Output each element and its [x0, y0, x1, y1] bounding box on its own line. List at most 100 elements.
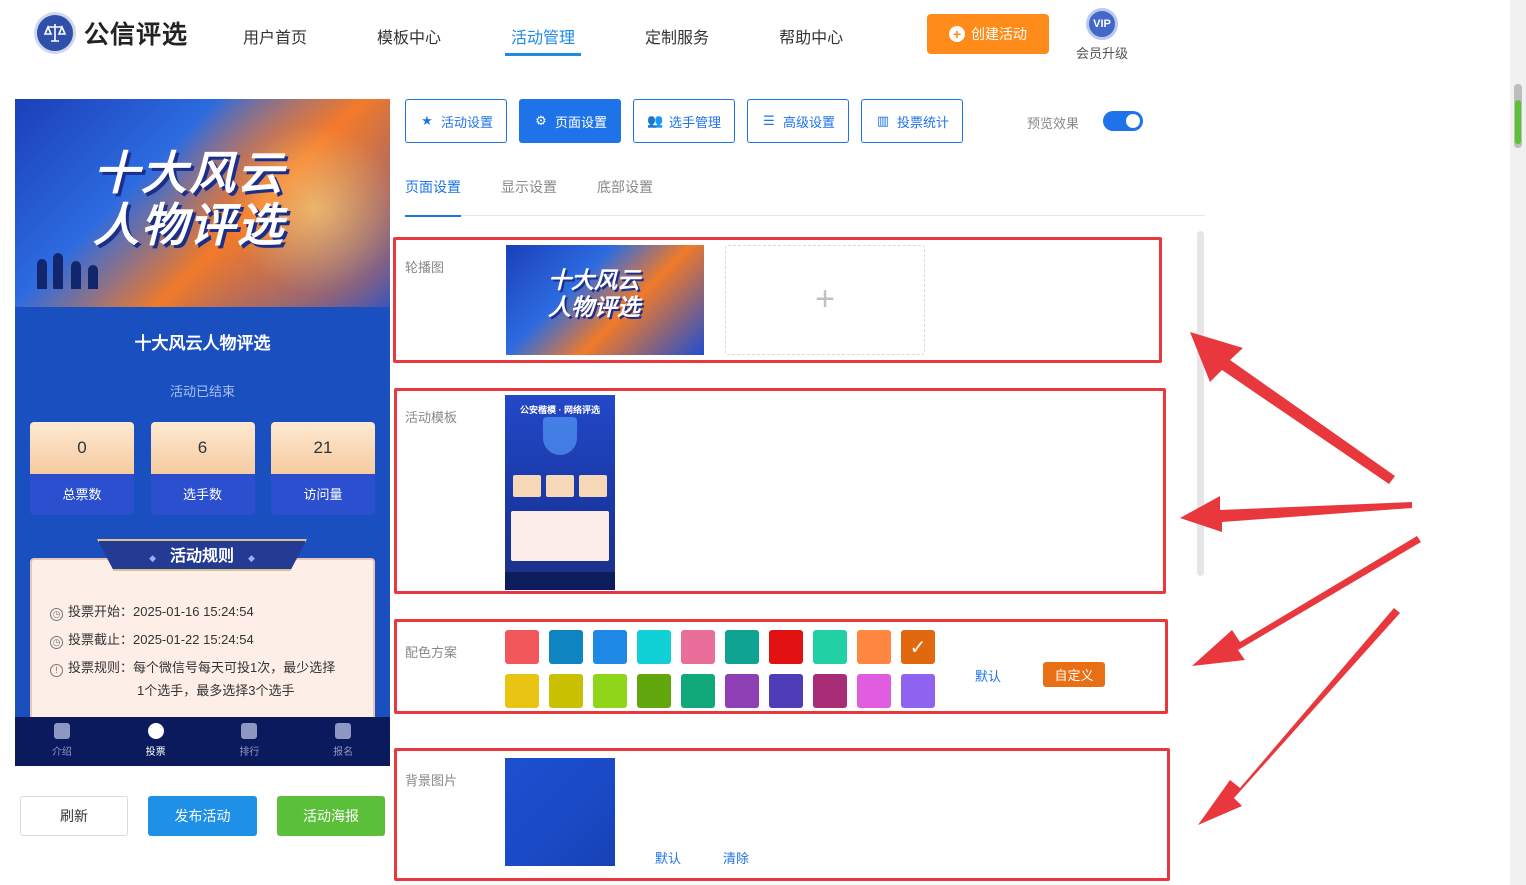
nav-item-activity-management[interactable]: 活动管理	[505, 24, 582, 56]
button-label: 页面设置	[554, 114, 607, 130]
color-swatch[interactable]	[769, 674, 803, 708]
color-swatch[interactable]	[769, 630, 803, 664]
info-icon: !	[50, 664, 63, 677]
background-default-link[interactable]: 默认	[655, 848, 681, 867]
settings-scrollbar[interactable]	[1197, 231, 1204, 576]
banner-title-line1: 十大风云	[93, 147, 285, 199]
rule-policy: ! 投票规则：每个微信号每天可投1次，最少选择	[50, 657, 335, 679]
color-swatch[interactable]	[593, 630, 627, 664]
scroll-indicator	[1515, 100, 1521, 144]
star-icon: ★	[421, 113, 433, 128]
color-swatch[interactable]	[813, 630, 847, 664]
rules-heading: ◆ 活动规则 ◆	[97, 539, 307, 571]
subtab-display-settings[interactable]: 显示设置	[501, 177, 557, 216]
settings-toolbar: ★ 活动设置 ⚙ 页面设置 👥 选手管理 ☰ 高级设置 ▥ 投票统计	[405, 99, 975, 143]
button-label: 选手管理	[668, 114, 721, 130]
color-swatch[interactable]	[505, 674, 539, 708]
stat-label: 访问量	[271, 474, 375, 515]
stat-value: 21	[271, 422, 375, 474]
button-label: 高级设置	[782, 114, 835, 130]
color-custom-button[interactable]: 自定义	[1043, 662, 1105, 687]
preview-banner: 十大风云 人物评选	[15, 99, 390, 307]
bar-chart-icon: ▥	[876, 113, 890, 128]
refresh-button[interactable]: 刷新	[20, 796, 128, 836]
carousel-image[interactable]: 十大风云 人物评选	[506, 245, 704, 355]
color-swatch[interactable]	[549, 674, 583, 708]
shield-icon	[543, 417, 577, 455]
stat-value: 0	[30, 422, 134, 474]
brand-logo[interactable]: 公信评选	[34, 12, 188, 54]
page: 公信评选 用户首页 模板中心 活动管理 定制服务 帮助中心 + 创建活动 VIP…	[0, 0, 1526, 885]
background-thumbnail[interactable]	[505, 758, 615, 866]
activity-settings-button[interactable]: ★ 活动设置	[405, 99, 507, 143]
color-swatch[interactable]	[593, 674, 627, 708]
tab-vote[interactable]: 投票	[109, 717, 203, 766]
color-swatch[interactable]	[901, 674, 935, 708]
carousel-upload-box[interactable]: +	[725, 245, 925, 355]
contestant-management-button[interactable]: 👥 选手管理	[633, 99, 735, 143]
color-swatch[interactable]	[813, 674, 847, 708]
sliders-icon: ☰	[763, 113, 775, 128]
nav-item-custom-service[interactable]: 定制服务	[645, 24, 709, 56]
activity-poster-button[interactable]: 活动海报	[277, 796, 385, 836]
preview-activity-title: 十大风云人物评选	[134, 334, 271, 353]
color-swatch[interactable]	[637, 630, 671, 664]
plus-circle-icon: +	[949, 26, 965, 42]
color-swatch[interactable]	[725, 674, 759, 708]
vip-upgrade[interactable]: VIP 会员升级	[1074, 8, 1130, 62]
color-swatch[interactable]	[857, 674, 891, 708]
vote-statistics-button[interactable]: ▥ 投票统计	[861, 99, 963, 143]
tab-intro[interactable]: 介绍	[15, 717, 109, 766]
stat-value: 6	[150, 422, 255, 474]
color-swatch[interactable]	[857, 630, 891, 664]
stat-label: 选手数	[150, 474, 255, 515]
runners-silhouette	[33, 249, 113, 289]
color-default-link[interactable]: 默认	[975, 666, 1001, 685]
main-nav: 用户首页 模板中心 活动管理 定制服务 帮助中心	[243, 24, 913, 56]
rule-start: ◷ 投票开始：2025-01-16 15:24:54	[50, 601, 254, 623]
template-thumbnail[interactable]: 公安楷模 · 网络评选	[505, 395, 615, 590]
rules-heading-text: 活动规则	[169, 548, 234, 565]
top-header: 公信评选 用户首页 模板中心 活动管理 定制服务 帮助中心 + 创建活动 VIP…	[0, 0, 1510, 70]
nav-item-help[interactable]: 帮助中心	[779, 24, 843, 56]
background-label: 背景图片	[405, 773, 458, 788]
color-scheme-label: 配色方案	[405, 645, 458, 660]
stat-total-votes: 0 总票数	[30, 422, 134, 515]
page-scrollbar[interactable]	[1510, 0, 1526, 885]
publish-activity-button[interactable]: 发布活动	[148, 796, 257, 836]
nav-item-home[interactable]: 用户首页	[243, 24, 307, 56]
annotation-arrows	[1180, 332, 1421, 825]
color-swatch[interactable]	[681, 630, 715, 664]
preview-effect-label: 预览效果	[1027, 116, 1080, 131]
tab-ranking[interactable]: 排行	[203, 717, 297, 766]
button-label: 活动设置	[440, 114, 493, 130]
background-clear-link[interactable]: 清除	[723, 848, 749, 867]
subtab-page-settings[interactable]: 页面设置	[405, 177, 461, 217]
vip-icon: VIP	[1086, 8, 1118, 40]
tab-signup[interactable]: 报名	[296, 717, 390, 766]
rule-policy-line2: 1个选手，最多选择3个选手	[137, 683, 295, 698]
rule-end: ◷ 投票截止：2025-01-22 15:24:54	[50, 629, 254, 651]
create-activity-button[interactable]: + 创建活动	[927, 14, 1049, 54]
clock-icon: ◷	[50, 608, 63, 621]
template-thumb-card	[511, 511, 609, 561]
preview-activity-status: 活动已结束	[169, 384, 235, 399]
settings-subtabs: 页面设置 显示设置 底部设置	[405, 177, 1205, 217]
subtab-footer-settings[interactable]: 底部设置	[597, 177, 653, 216]
nav-item-templates[interactable]: 模板中心	[377, 24, 441, 56]
stat-contestants: 6 选手数	[150, 422, 255, 515]
preview-effect-toggle[interactable]	[1103, 111, 1143, 131]
template-label: 活动模板	[405, 410, 458, 425]
color-swatch[interactable]	[681, 674, 715, 708]
page-settings-button[interactable]: ⚙ 页面设置	[519, 99, 621, 143]
check-icon: ✓	[909, 636, 927, 659]
color-swatch[interactable]	[549, 630, 583, 664]
color-swatch[interactable]	[505, 630, 539, 664]
banner-title-line2: 人物评选	[93, 199, 285, 251]
rule-policy-text: 投票规则：每个微信号每天可投1次，最少选择	[68, 660, 336, 675]
color-swatch[interactable]	[637, 674, 671, 708]
advanced-settings-button[interactable]: ☰ 高级设置	[747, 99, 849, 143]
color-swatch[interactable]	[725, 630, 759, 664]
vote-icon	[147, 723, 164, 739]
color-swatch[interactable]: ✓	[901, 630, 935, 664]
